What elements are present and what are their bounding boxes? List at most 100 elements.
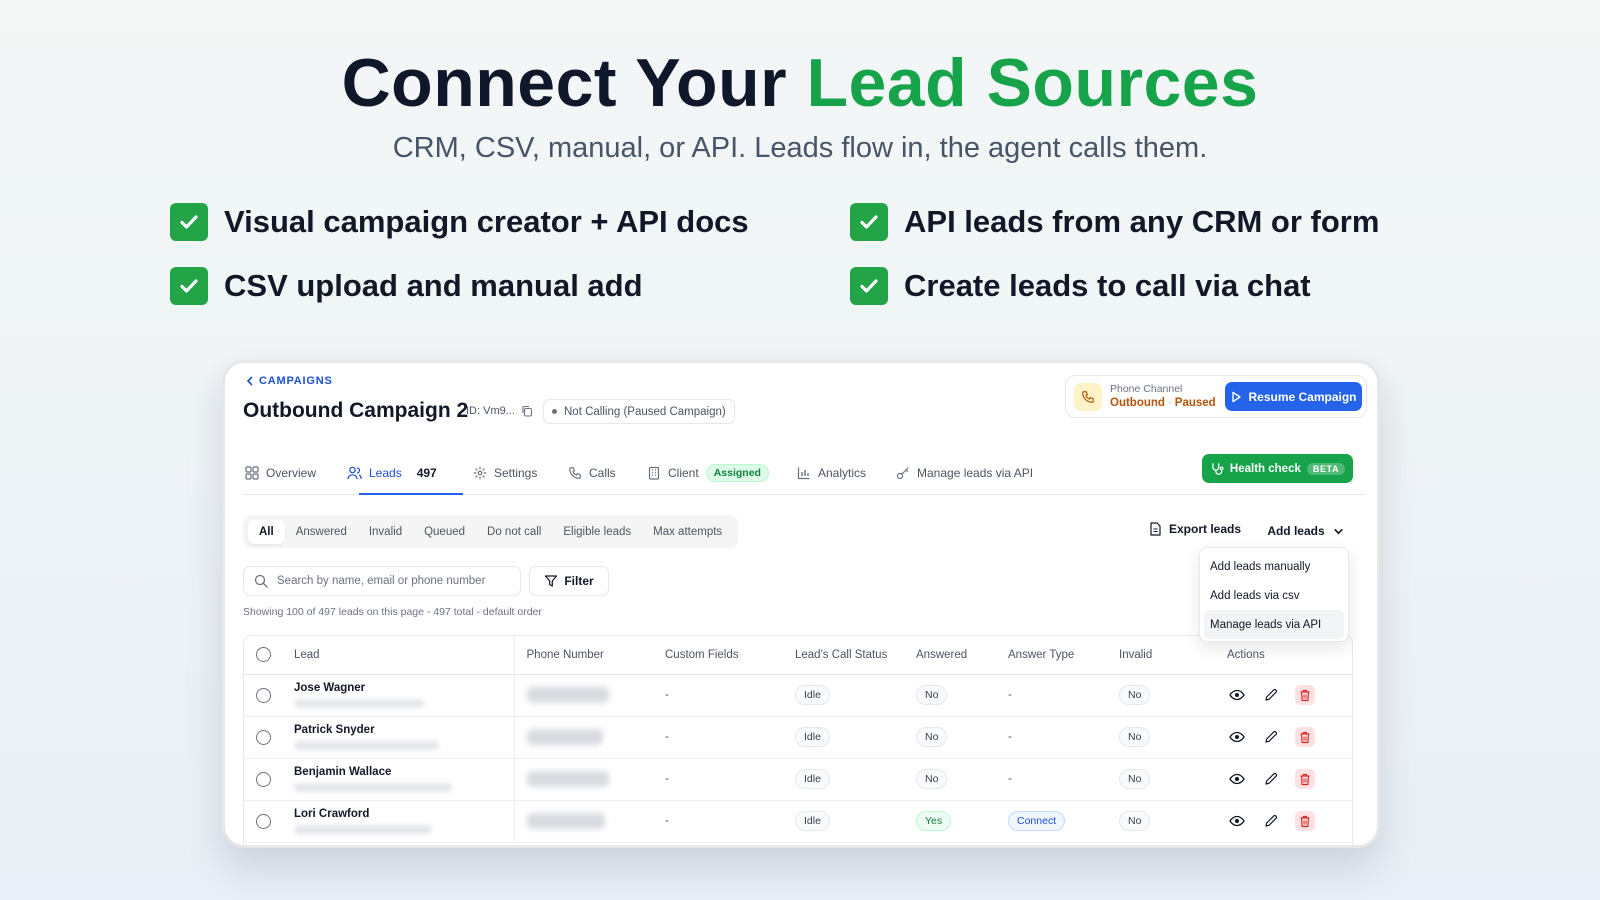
tab-manage-api-label: Manage leads via API [917, 466, 1034, 480]
channel-label: Phone Channel [1110, 383, 1183, 395]
building-icon [648, 466, 660, 480]
delete-trash-icon[interactable] [1295, 811, 1315, 831]
call-status-cell: Idle [783, 800, 904, 843]
redacted-phone [526, 813, 605, 829]
filter-tab-do-not-call[interactable]: Do not call [476, 520, 552, 544]
tab-settings[interactable]: Settings [473, 459, 537, 487]
answer-type-badge: Connect [1008, 811, 1066, 831]
column-header-call-status[interactable]: Lead's Call Status [783, 636, 904, 675]
channel-paused-state: Paused [1174, 397, 1216, 409]
row-checkbox[interactable] [256, 771, 271, 787]
custom-fields-cell: - [653, 800, 783, 843]
filter-label: Filter [564, 574, 594, 588]
tab-calls-label: Calls [589, 466, 616, 480]
select-all-checkbox[interactable] [256, 647, 271, 663]
gear-icon [473, 466, 487, 480]
export-leads-button[interactable]: Export leads [1149, 522, 1241, 536]
page-title: Outbound Campaign 2 [243, 399, 469, 422]
delete-trash-icon[interactable] [1295, 769, 1315, 789]
table-row[interactable]: Patrick Snyder - Idle No - No [244, 716, 1352, 759]
table-row[interactable]: Lori Crawford - Idle Yes Connect No [244, 800, 1352, 843]
answered-badge: No [916, 727, 948, 747]
add-leads-menu: Add leads manually Add leads via csv Man… [1199, 547, 1349, 642]
menu-item-manage-api[interactable]: Manage leads via API [1204, 610, 1344, 639]
invalid-badge: No [1119, 685, 1151, 705]
row-checkbox[interactable] [256, 813, 271, 829]
column-header-lead[interactable]: Lead [282, 636, 515, 675]
tab-analytics[interactable]: Analytics [797, 459, 866, 487]
filter-tab-all[interactable]: All [248, 519, 285, 544]
answered-badge: No [916, 685, 948, 705]
answered-badge: No [916, 769, 948, 789]
client-assigned-badge: Assigned [705, 464, 769, 482]
tab-analytics-label: Analytics [818, 466, 867, 480]
lead-name[interactable]: Patrick Snyder [294, 724, 502, 736]
edit-pencil-icon[interactable] [1261, 685, 1281, 705]
row-checkbox[interactable] [256, 729, 271, 745]
search-input[interactable]: Search by name, email or phone number [243, 566, 521, 596]
edit-pencil-icon[interactable] [1261, 769, 1281, 789]
feature-item: API leads from any CRM or form [850, 203, 1379, 241]
resume-label: Resume Campaign [1248, 389, 1357, 404]
lead-name[interactable]: Jose Wagner [294, 682, 502, 694]
campaign-tabs: Overview Leads 497 Settings Calls Client… [243, 451, 1365, 495]
menu-item-add-manually[interactable]: Add leads manually [1204, 552, 1344, 581]
menu-item-add-csv[interactable]: Add leads via csv [1204, 581, 1344, 610]
edit-pencil-icon[interactable] [1261, 811, 1281, 831]
edit-pencil-icon[interactable] [1261, 727, 1281, 747]
column-header-invalid[interactable]: Invalid [1107, 636, 1215, 675]
filter-button[interactable]: Filter [529, 566, 609, 596]
filter-tab-queued[interactable]: Queued [413, 520, 476, 544]
call-status-badge: Idle [795, 727, 830, 747]
column-header-answered[interactable]: Answered [904, 636, 996, 675]
tab-manage-api[interactable]: Manage leads via API [896, 459, 1033, 487]
filter-tab-invalid[interactable]: Invalid [358, 520, 413, 544]
feature-label: CSV upload and manual add [224, 268, 643, 303]
view-icon[interactable] [1227, 769, 1247, 789]
table-row[interactable]: Benjamin Wallace - Idle No - No [244, 758, 1352, 801]
lead-filter-tabs: All Answered Invalid Queued Do not call … [243, 515, 739, 548]
status-label: Not Calling (Paused Campaign) [564, 405, 726, 418]
feature-item: CSV upload and manual add [170, 267, 643, 305]
view-icon[interactable] [1227, 727, 1247, 747]
filter-tab-eligible[interactable]: Eligible leads [552, 520, 642, 544]
calling-status-badge: Not Calling (Paused Campaign) [543, 399, 735, 424]
table-row[interactable]: Jose Wagner - Idle No - No [244, 674, 1352, 717]
view-icon[interactable] [1227, 811, 1247, 831]
redacted-phone [526, 687, 609, 703]
lead-name[interactable]: Benjamin Wallace [294, 766, 502, 778]
view-icon[interactable] [1227, 685, 1247, 705]
column-header-answer-type[interactable]: Answer Type [996, 636, 1107, 675]
delete-trash-icon[interactable] [1295, 685, 1315, 705]
tab-calls[interactable]: Calls [568, 459, 616, 487]
channel-direction: Outbound [1110, 397, 1165, 409]
bar-chart-icon [797, 467, 810, 480]
health-check-button[interactable]: Health check BETA [1202, 454, 1353, 483]
column-header-custom-fields[interactable]: Custom Fields [653, 636, 783, 675]
redacted-email [294, 699, 424, 708]
filter-tab-answered[interactable]: Answered [285, 520, 358, 544]
tab-overview-label: Overview [266, 466, 317, 480]
invalid-cell: No [1107, 800, 1215, 843]
lead-name[interactable]: Lori Crawford [294, 808, 502, 820]
file-export-icon [1150, 522, 1161, 536]
tab-client[interactable]: Client Assigned [647, 459, 769, 487]
leads-table: Lead Phone Number Custom Fields Lead's C… [243, 635, 1353, 845]
copy-icon[interactable] [521, 405, 533, 417]
checkmark-icon [850, 267, 888, 305]
tab-overview[interactable]: Overview [245, 459, 316, 487]
custom-fields-cell: - [653, 716, 783, 759]
back-to-campaigns-link[interactable]: CAMPAIGNS [245, 375, 333, 387]
filter-funnel-icon [545, 575, 558, 587]
row-checkbox[interactable] [256, 687, 271, 703]
filter-tab-max-attempts[interactable]: Max attempts [642, 520, 733, 544]
select-all-cell [244, 636, 282, 675]
resume-campaign-button[interactable]: Resume Campaign [1225, 382, 1362, 411]
column-header-phone[interactable]: Phone Number [514, 636, 653, 675]
checkmark-icon [850, 203, 888, 241]
call-status-badge: Idle [795, 769, 830, 789]
tab-leads[interactable]: Leads 497 [347, 459, 437, 487]
add-leads-dropdown-button[interactable]: Add leads [1258, 516, 1353, 546]
delete-trash-icon[interactable] [1295, 727, 1315, 747]
redacted-phone [526, 771, 609, 787]
